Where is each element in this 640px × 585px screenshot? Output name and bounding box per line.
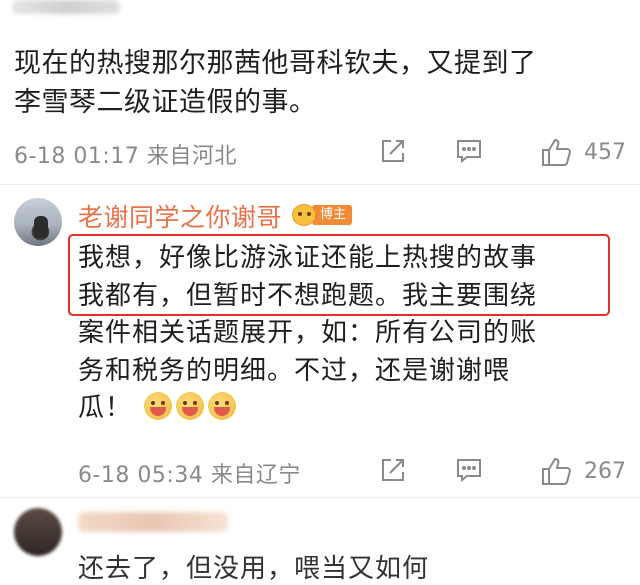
next-comment-text: 还去了，但没用，喂当又如何 (78, 554, 430, 584)
post-line-2: 李雪琴二级证造假的事。 (14, 87, 317, 118)
reply-line-3: 案件相关话题展开，如：所有公司的账 (78, 318, 538, 348)
divider (0, 497, 640, 498)
laughing-emoji-icon (208, 392, 237, 420)
laughing-emoji-icon (144, 392, 173, 420)
badge-face-icon (292, 204, 316, 226)
comment-icon[interactable] (454, 136, 488, 166)
comment-icon[interactable] (454, 455, 488, 485)
like-button[interactable]: 457 (540, 136, 626, 168)
badge-label: 博主 (312, 205, 353, 225)
avatar[interactable] (14, 508, 62, 556)
like-count: 267 (584, 458, 626, 484)
reply-line-5: 瓜！ (78, 390, 618, 428)
laughing-emoji-icon (176, 392, 205, 420)
post-timestamp-location: 6-18 01:17 来自河北 (14, 144, 237, 169)
reply-line-2: 我都有，但暂时不想跑题。我主要围绕 (78, 280, 538, 311)
blogger-badge: 博主 (292, 204, 353, 226)
like-count: 457 (584, 139, 626, 165)
blurred-username (78, 512, 228, 532)
avatar[interactable] (14, 198, 62, 246)
like-button[interactable]: 267 (540, 455, 626, 487)
reply-content: 我想，好像比游泳证还能上热搜的故事 我都有，但暂时不想跑题。我主要围绕 案件相关… (78, 240, 618, 428)
divider (0, 184, 640, 185)
share-icon[interactable] (378, 136, 412, 166)
share-icon[interactable] (378, 455, 412, 485)
post-content: 现在的热搜那尔那茜他哥科钦夫，又提到了 李雪琴二级证造假的事。 (14, 44, 626, 122)
reply-timestamp-location: 6-18 05:34 来自辽宁 (78, 463, 301, 488)
reply-meta-row: 6-18 05:34 来自辽宁 267 (14, 455, 626, 488)
reply-line-1: 我想，好像比游泳证还能上热搜的故事 (78, 243, 538, 273)
reply-line-5-text: 瓜！ (78, 393, 133, 423)
reply-line-4: 务和税务的明细。不过，还是谢谢喂 (78, 355, 511, 386)
reply-author-name[interactable]: 老谢同学之你谢哥 (78, 198, 282, 234)
post-line-1: 现在的热搜那尔那茜他哥科钦夫，又提到了 (14, 48, 537, 79)
thumbs-up-icon (542, 138, 572, 166)
blurred-username (12, 0, 120, 14)
post-meta-row: 6-18 01:17 来自河北 457 (14, 136, 626, 169)
thumbs-up-icon (542, 457, 572, 485)
